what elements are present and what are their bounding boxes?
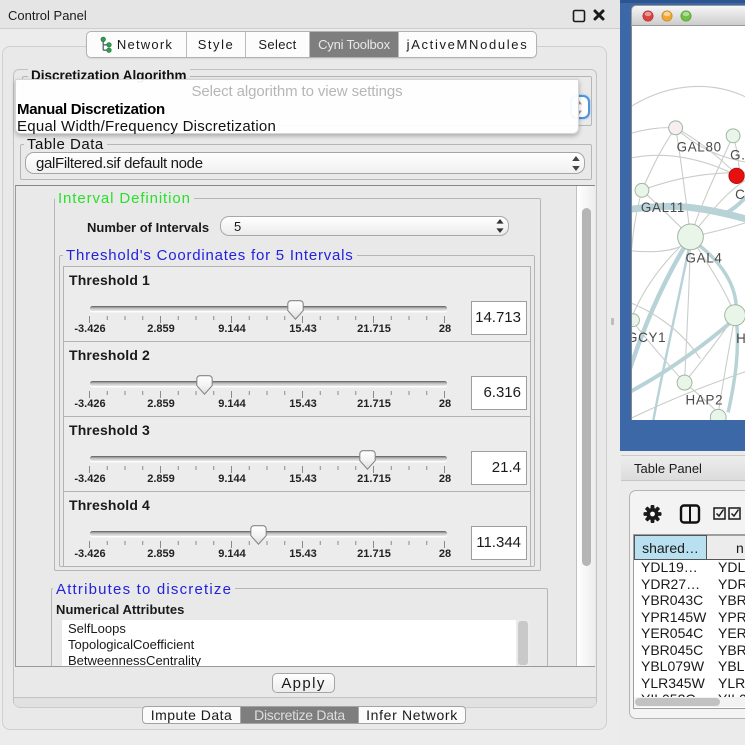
svg-text:HAP2: HAP2 bbox=[686, 392, 724, 407]
svg-text:GAL4: GAL4 bbox=[686, 251, 723, 266]
svg-text:GAL11: GAL11 bbox=[641, 200, 685, 215]
svg-text:G.: G. bbox=[730, 148, 745, 163]
svg-text:H: H bbox=[736, 331, 745, 346]
svg-text:GCY1: GCY1 bbox=[631, 330, 666, 345]
svg-text:GAL80: GAL80 bbox=[677, 140, 722, 155]
svg-text:C: C bbox=[735, 187, 745, 202]
